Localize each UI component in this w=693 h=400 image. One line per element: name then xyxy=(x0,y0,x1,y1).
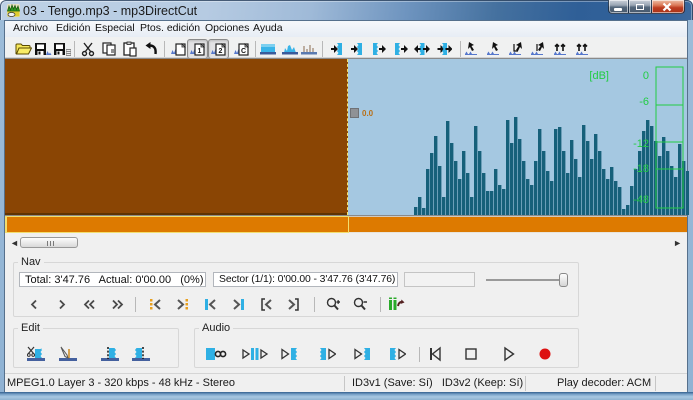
svg-text:2: 2 xyxy=(219,48,223,55)
svg-text:1: 1 xyxy=(198,48,202,55)
svg-text:C: C xyxy=(241,48,246,55)
